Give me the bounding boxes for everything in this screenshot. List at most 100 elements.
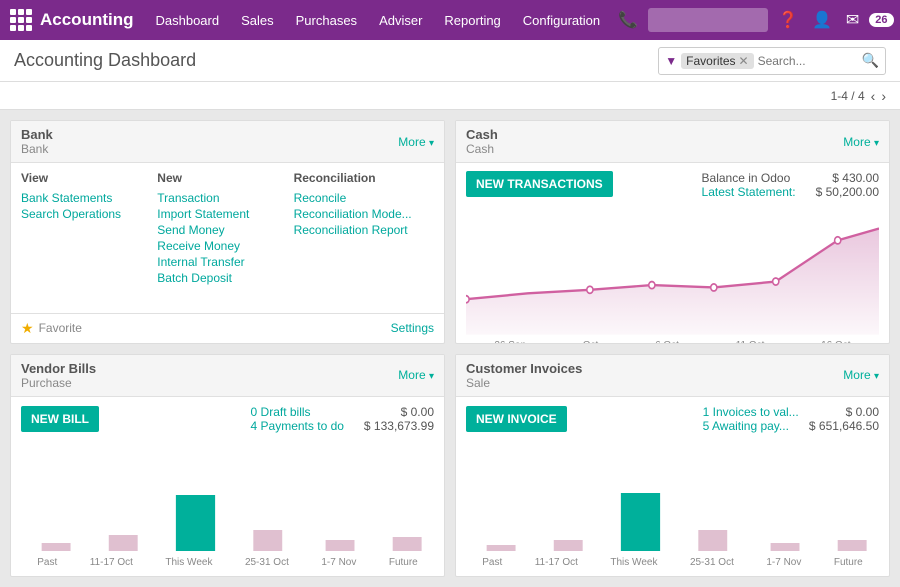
top-navigation: Accounting Dashboard Sales Purchases Adv… [0,0,900,40]
vendor-stats: 0 Draft bills $ 0.00 4 Payments to do $ … [251,405,434,433]
new-transactions-btn[interactable]: NEW TRANSACTIONS [466,171,613,197]
search-icon[interactable]: 🔍 [862,52,879,69]
vendor-card-header: Vendor Bills Purchase More ▾ [11,355,444,397]
latest-label: Latest Statement: [702,185,796,199]
bank-card-header: Bank Bank More ▾ [11,121,444,163]
page-title: Accounting Dashboard [14,50,658,71]
vendor-axis-1: 11-17 Oct [90,557,133,568]
awaiting-pay-label: 5 Awaiting pay... [703,419,789,433]
nav-adviser[interactable]: Adviser [369,0,432,40]
vendor-axis-3: 25-31 Oct [245,557,289,568]
customer-axis-0: Past [482,557,502,568]
vendor-bar-chart-area: Past 11-17 Oct This Week 25-31 Oct 1-7 N… [21,437,434,569]
new-bill-btn[interactable]: NEW BILL [21,406,99,432]
link-import-statement[interactable]: Import Statement [157,207,293,221]
vendor-axis-2: This Week [165,557,212,568]
cash-card: Cash Cash More ▾ NEW TRANSACTIONS Balanc… [455,120,890,344]
favorite-star-icon[interactable]: ★ [21,320,34,337]
login-icon[interactable]: 👤 [808,10,836,30]
customer-top-row: NEW INVOICE 1 Invoices to val... $ 0.00 … [466,405,879,433]
draft-bills-amount: $ 0.00 [401,405,434,419]
cash-card-body: NEW TRANSACTIONS Balance in Odoo $ 430.0… [456,163,889,343]
pagination-bar: 1-4 / 4 ‹ › [0,82,900,110]
bank-card-footer: ★ Favorite Settings [11,313,444,343]
customer-axis-2: This Week [610,557,657,568]
bank-card-body: View New Reconciliation Bank Statements … [11,163,444,313]
customer-axis-3: 25-31 Oct [690,557,734,568]
bank-title-block: Bank Bank [21,127,398,156]
link-batch-deposit[interactable]: Batch Deposit [157,271,293,285]
link-search-operations[interactable]: Search Operations [21,207,157,221]
vendor-bar-chart [21,475,434,555]
customer-invoices-card: Customer Invoices Sale More ▾ NEW INVOIC… [455,354,890,578]
balance-info: Balance in Odoo $ 430.00 Latest Statemen… [702,171,879,199]
new-links: Transaction Import Statement Send Money … [157,191,293,305]
customer-card-title: Customer Invoices [466,361,843,376]
vendor-card-title: Vendor Bills [21,361,398,376]
filter-remove-icon[interactable]: ✕ [739,54,749,68]
vendor-bills-card: Vendor Bills Purchase More ▾ NEW BILL 0 … [10,354,445,578]
bank-card-title: Bank [21,127,398,142]
invoices-val-label: 1 Invoices to val... [703,405,799,419]
link-reconcile[interactable]: Reconcile [294,191,430,205]
link-reconciliation-mode[interactable]: Reconciliation Mode... [294,207,430,221]
cash-card-subtitle: Cash [466,142,843,156]
col-head-view: View [21,171,157,185]
invoices-val-row: 1 Invoices to val... $ 0.00 [703,405,879,419]
link-transaction[interactable]: Transaction [157,191,293,205]
cash-card-header: Cash Cash More ▾ [456,121,889,163]
col-head-reconciliation: Reconciliation [294,171,430,185]
link-bank-statements[interactable]: Bank Statements [21,191,157,205]
page-info: 1-4 / 4 [831,89,865,103]
customer-bar-chart-area: Past 11-17 Oct This Week 25-31 Oct 1-7 N… [466,437,879,569]
nav-configuration[interactable]: Configuration [513,0,610,40]
payments-amount: $ 133,673.99 [364,419,434,433]
vendor-more-btn[interactable]: More ▾ [398,368,434,382]
nav-dashboard[interactable]: Dashboard [146,0,230,40]
settings-link[interactable]: Settings [391,321,434,335]
grid-icon [10,9,32,31]
phone-icon[interactable]: 📞 [614,10,642,30]
balance-label: Balance in Odoo [702,171,791,185]
customer-stats: 1 Invoices to val... $ 0.00 5 Awaiting p… [703,405,879,433]
awaiting-pay-row: 5 Awaiting pay... $ 651,646.50 [703,419,879,433]
cash-label-2: 6 Oct [655,340,679,344]
nav-reporting[interactable]: Reporting [434,0,510,40]
draft-bills-row: 0 Draft bills $ 0.00 [251,405,434,419]
customer-bar-chart [466,475,879,555]
awaiting-pay-amount: $ 651,646.50 [809,419,879,433]
cash-more-btn[interactable]: More ▾ [843,135,879,149]
nav-right-tools: 📞 ❓ 👤 ✉ 26 [614,8,893,32]
payments-row: 4 Payments to do $ 133,673.99 [251,419,434,433]
customer-more-btn[interactable]: More ▾ [843,368,879,382]
cash-label-3: 11 Oct [736,340,765,344]
new-invoice-btn[interactable]: NEW INVOICE [466,406,567,432]
nav-purchases[interactable]: Purchases [286,0,367,40]
notification-badge[interactable]: 26 [869,13,893,27]
nav-search-input[interactable] [648,8,768,32]
app-logo[interactable]: Accounting [10,9,134,31]
search-input[interactable] [758,54,858,68]
cash-label-4: 16 Oct [821,340,850,344]
next-page-btn[interactable]: › [881,88,886,104]
link-reconciliation-report[interactable]: Reconciliation Report [294,223,430,237]
mail-icon[interactable]: ✉ [842,10,863,30]
prev-page-btn[interactable]: ‹ [871,88,876,104]
link-receive-money[interactable]: Receive Money [157,239,293,253]
customer-card-header: Customer Invoices Sale More ▾ [456,355,889,397]
link-internal-transfer[interactable]: Internal Transfer [157,255,293,269]
bank-more-btn[interactable]: More ▾ [398,135,434,149]
vendor-card-subtitle: Purchase [21,376,398,390]
customer-card-subtitle: Sale [466,376,843,390]
cash-chart-area: 26 Sep Oct 6 Oct 11 Oct 16 Oct [466,205,879,335]
favorite-label: Favorite [39,321,82,335]
help-icon[interactable]: ❓ [774,10,802,30]
cash-card-title: Cash [466,127,843,142]
vendor-title-block: Vendor Bills Purchase [21,361,398,390]
invoices-val-amount: $ 0.00 [846,405,879,419]
cash-label-0: 26 Sep [494,340,526,344]
link-send-money[interactable]: Send Money [157,223,293,237]
subheader: Accounting Dashboard ▼ Favorites ✕ 🔍 [0,40,900,82]
nav-sales[interactable]: Sales [231,0,284,40]
cash-line-chart [466,205,879,335]
